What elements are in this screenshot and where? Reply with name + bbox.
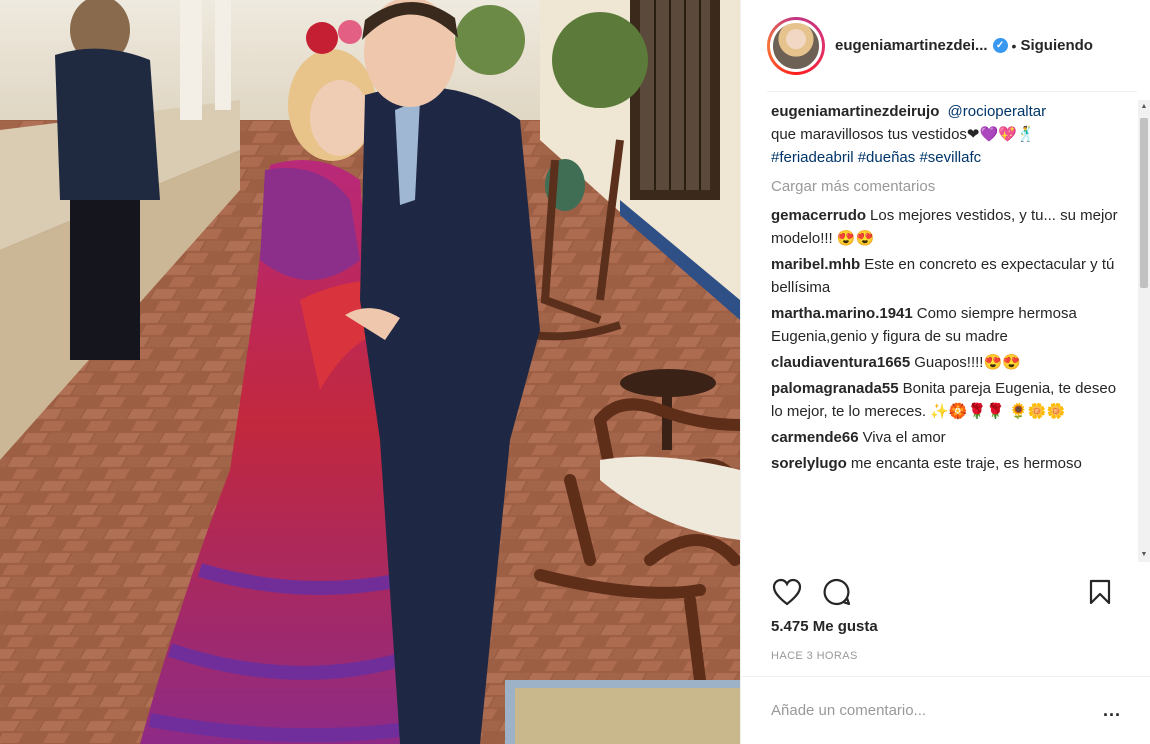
more-options-button[interactable]: ... <box>1103 700 1121 721</box>
comment-item: sorelylugo me encanta este traje, es herm… <box>771 452 1131 475</box>
comments-scrollbar[interactable]: ▲ ▼ <box>1138 100 1150 562</box>
photo-illustration <box>0 0 740 744</box>
post-sidebar: eugeniamartinezdei... ✓ • Siguiendo euge… <box>740 0 1150 744</box>
comment-item: claudiaventura1665 Guapos!!!!😍😍 <box>771 351 1131 374</box>
comment-username[interactable]: gemacerrudo <box>771 207 866 224</box>
comment-item: carmende66 Viva el amor <box>771 426 1131 449</box>
comment-icon <box>823 578 851 606</box>
comment-username[interactable]: palomagranada55 <box>771 380 899 397</box>
heart-icon <box>772 578 802 606</box>
comment-text: Viva el amor <box>862 429 946 446</box>
comment-item: palomagranada55 Bonita pareja Eugenia, te… <box>771 377 1131 423</box>
avatar-image <box>770 19 822 72</box>
caption-text: que maravillosos tus vestidos❤💜💖🕺 <box>771 126 1036 143</box>
scroll-up-arrow-icon[interactable]: ▲ <box>1140 102 1148 112</box>
following-button[interactable]: Siguiendo <box>1020 37 1093 54</box>
comment-input[interactable] <box>771 702 1103 719</box>
comment-item: maribel.mhb Este en concreto es expectacu… <box>771 253 1131 299</box>
scrollbar-thumb[interactable] <box>1140 118 1148 288</box>
likes-count[interactable]: 5.475 Me gusta <box>771 618 878 635</box>
comment-username[interactable]: carmende66 <box>771 429 859 446</box>
post-photo[interactable] <box>0 0 740 744</box>
caption-hashtags[interactable]: #feriadeabril #dueñas #sevillafc <box>771 146 1131 169</box>
load-more-comments-button[interactable]: Cargar más comentarios <box>771 175 1131 198</box>
header-separator: • <box>1011 37 1017 54</box>
comment-username[interactable]: martha.marino.1941 <box>771 305 913 322</box>
caption: eugeniamartinezdeirujo @rocioperaltar qu… <box>771 100 1131 169</box>
bookmark-icon <box>1089 579 1111 605</box>
caption-username[interactable]: eugeniamartinezdeirujo <box>771 103 939 120</box>
avatar[interactable] <box>767 16 825 75</box>
comment-item: martha.marino.1941 Como siempre hermosa E… <box>771 302 1131 348</box>
scroll-down-arrow-icon[interactable]: ▼ <box>1140 550 1148 560</box>
comment-composer: ... <box>741 676 1150 744</box>
post-header: eugeniamartinezdei... ✓ • Siguiendo <box>741 0 1150 92</box>
post-timestamp[interactable]: HACE 3 HORAS <box>771 650 858 662</box>
comment-username[interactable]: sorelylugo <box>771 455 847 472</box>
comment-text: me encanta este traje, es hermoso <box>850 455 1082 472</box>
comment-username[interactable]: maribel.mhb <box>771 256 860 273</box>
comment-item: gemacerrudo Los mejores vestidos, y tu...… <box>771 204 1131 250</box>
comment-username[interactable]: claudiaventura1665 <box>771 354 910 371</box>
verified-badge-icon: ✓ <box>992 38 1008 53</box>
comment-text: Guapos!!!!😍😍 <box>914 354 1021 371</box>
post-actions <box>769 572 1129 612</box>
author-username[interactable]: eugeniamartinezdei... <box>835 37 988 54</box>
comment-button[interactable] <box>819 574 855 610</box>
save-button[interactable] <box>1082 574 1118 610</box>
like-button[interactable] <box>769 574 805 610</box>
comments-list: eugeniamartinezdeirujo @rocioperaltar qu… <box>771 100 1131 562</box>
caption-mention[interactable]: @rocioperaltar <box>948 103 1047 120</box>
